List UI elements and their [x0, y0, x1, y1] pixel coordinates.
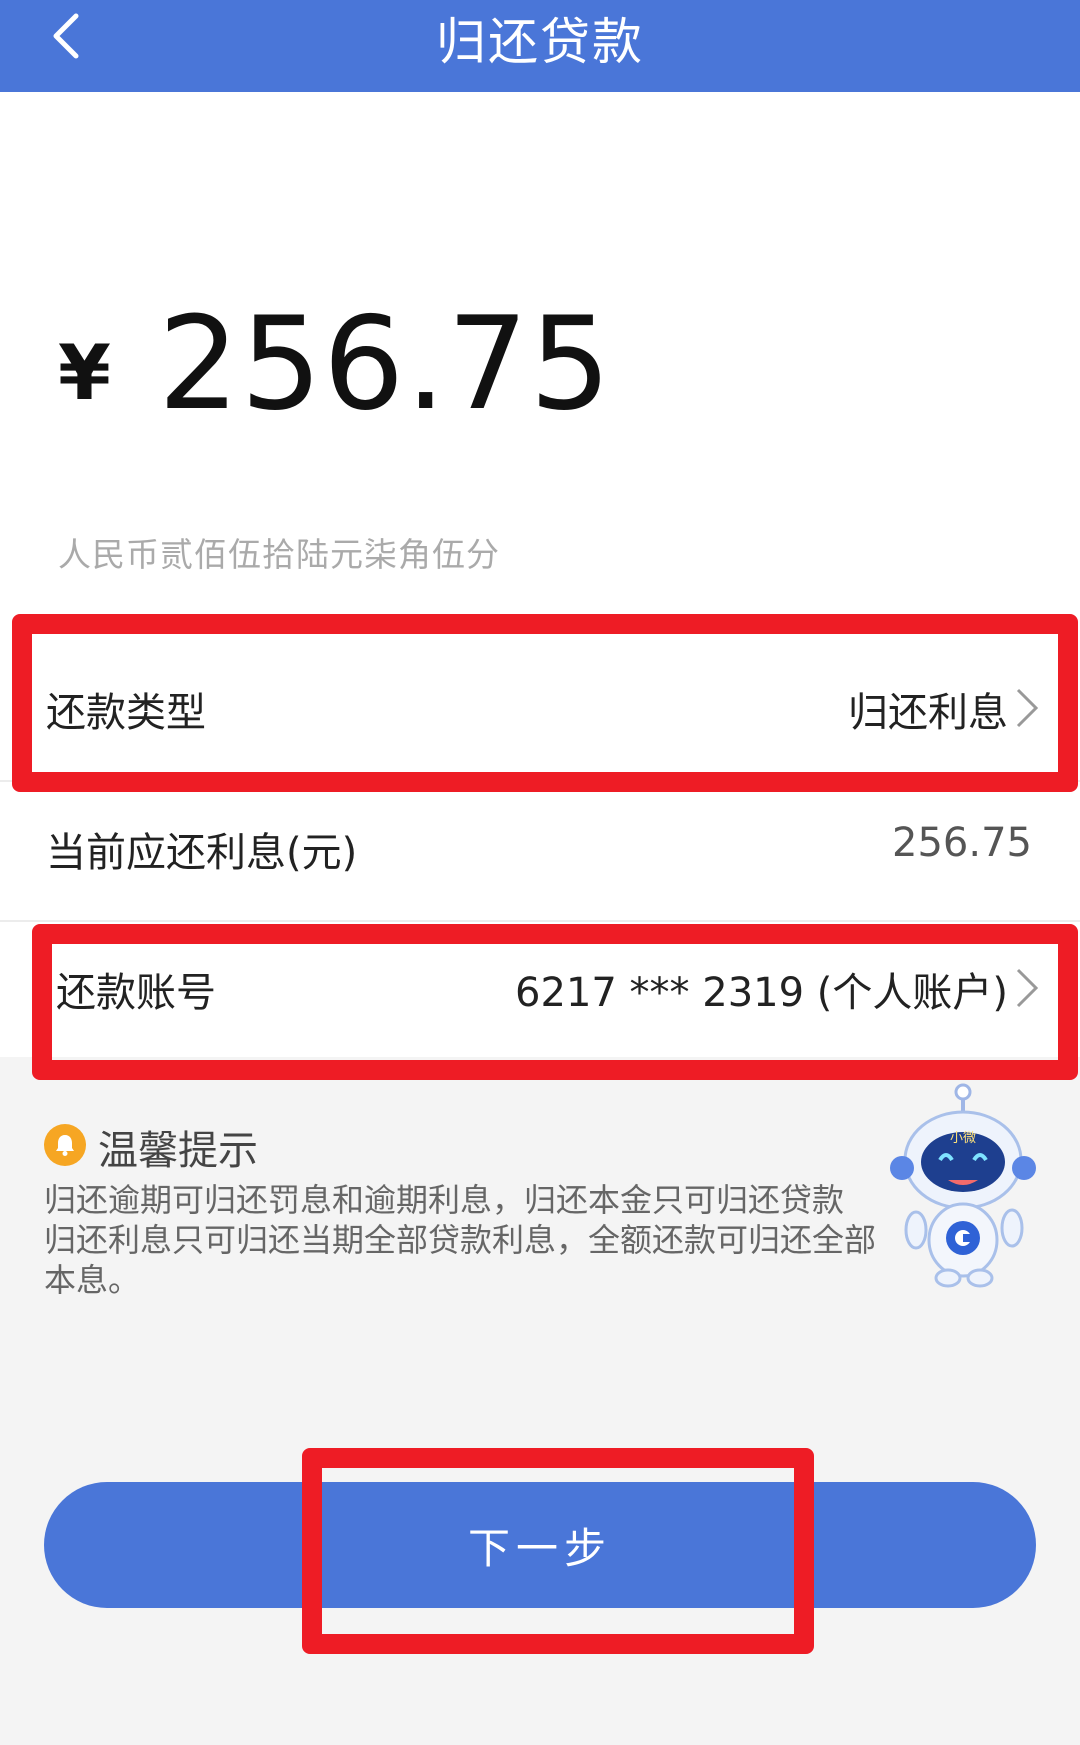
currency-symbol: ¥ [58, 328, 111, 417]
tips-body: 归还逾期可归还罚息和逾期利息，归还本金只可归还贷款 归还利息只可归还当期全部贷款… [44, 1181, 877, 1299]
tips-section: 温馨提示 归还逾期可归还罚息和逾期利息，归还本金只可归还贷款 归还利息只可归还当… [44, 1118, 934, 1300]
mascot-badge: 小微 [950, 1131, 976, 1146]
highlight-box-repay-type [12, 614, 1078, 792]
page-title: 归还贷款 [436, 13, 644, 71]
highlight-box-next-button [302, 1448, 814, 1654]
current-interest-value: 256.75 [892, 820, 1032, 866]
top-bar: 归还贷款 [0, 0, 1080, 92]
amount-in-words: 人民币贰佰伍拾陆元柒角伍分 [58, 535, 500, 574]
highlight-box-account [32, 924, 1078, 1080]
current-interest-label: 当前应还利息(元) [46, 830, 358, 876]
bell-icon [44, 1124, 86, 1166]
robot-mascot-icon[interactable]: 小微 [888, 1080, 1038, 1290]
amount-value: 256.75 [158, 290, 612, 439]
current-interest-row: 当前应还利息(元) 256.75 [0, 782, 1080, 912]
tips-title: 温馨提示 [98, 1128, 258, 1174]
